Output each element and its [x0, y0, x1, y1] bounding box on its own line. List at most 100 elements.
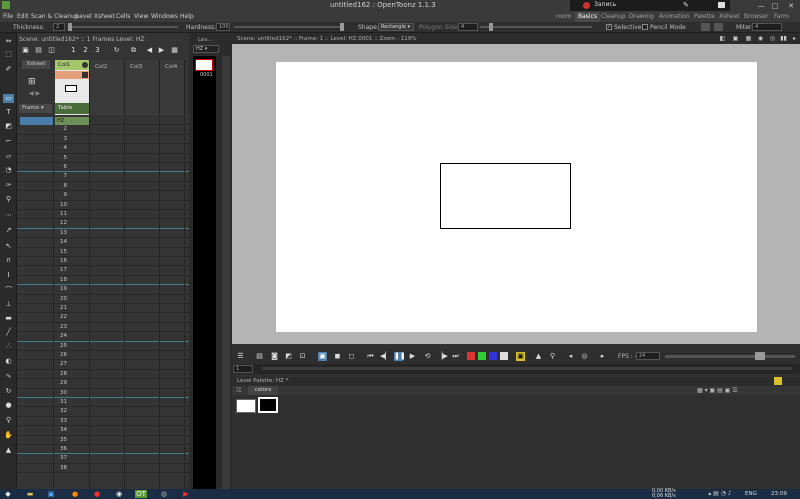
thickness-slider-handle[interactable]: [68, 23, 72, 31]
level-strip-scrollbar[interactable]: [222, 56, 230, 489]
panel-float-icon[interactable]: ▸: [790, 35, 799, 43]
brush-tool-icon[interactable]: ✐: [3, 65, 14, 74]
pinch-tool-icon[interactable]: ↗: [3, 226, 14, 235]
table-row[interactable]: 29: [17, 379, 189, 389]
style-picker-icon[interactable]: ✑: [3, 181, 14, 190]
current-frame-marker[interactable]: [20, 117, 53, 125]
room-tab-palette[interactable]: Palette: [691, 12, 718, 22]
shift-right-icon[interactable]: ▶: [157, 46, 166, 55]
finger-tool-icon[interactable]: ⚲: [3, 416, 14, 425]
animate-tool-icon[interactable]: ⇔: [3, 37, 14, 46]
shape-dropdown[interactable]: Rectangle ▾: [378, 23, 414, 31]
step-1-icon[interactable]: 1: [69, 46, 78, 55]
fill-tool-icon[interactable]: ◩: [3, 122, 14, 131]
table-row[interactable]: 10: [17, 201, 189, 210]
palette-view-icon[interactable]: ▦ ▾ ▣ ▤ ▣ ☰: [697, 387, 738, 394]
next-frame-icon[interactable]: ▕▶: [437, 352, 448, 361]
selective-checkbox[interactable]: ✓: [606, 24, 612, 30]
preview-toggle-icon[interactable]: [82, 62, 88, 68]
palette-lock-icon[interactable]: [774, 377, 782, 385]
zoom-icon[interactable]: ▲: [534, 352, 543, 361]
skeleton-tool-icon[interactable]: ▬: [3, 314, 14, 323]
step-3-icon[interactable]: 3: [93, 46, 102, 55]
table-row[interactable]: 31: [17, 398, 189, 408]
table-row[interactable]: 7: [17, 172, 189, 182]
pencil-icon[interactable]: ✎: [683, 1, 689, 9]
compare-icon[interactable]: ◩: [284, 352, 293, 361]
polygon-sides-field[interactable]: 4: [458, 23, 478, 31]
col3-name[interactable]: Col3: [130, 64, 142, 70]
language-indicator[interactable]: ENG: [745, 491, 757, 497]
table-row[interactable]: 2: [17, 125, 189, 135]
table-row[interactable]: 30: [17, 389, 189, 398]
add-column-icon[interactable]: ⊞: [28, 77, 36, 87]
firefox-icon[interactable]: ●: [70, 490, 80, 498]
history-icon[interactable]: ⊡: [298, 352, 307, 361]
iron-tool-icon[interactable]: ⌒: [3, 286, 14, 295]
nav-arrows-icon[interactable]: ◀ ▶: [29, 90, 40, 97]
palette-page-tab[interactable]: colors: [248, 386, 278, 395]
rgb-picker-icon[interactable]: ⚲: [3, 195, 14, 204]
expand-toolbar-icon[interactable]: ▲: [3, 446, 14, 455]
palette-style-chip-1[interactable]: [258, 397, 278, 413]
table-row[interactable]: 4: [17, 144, 189, 154]
table-row[interactable]: 26: [17, 351, 189, 361]
freeze-icon[interactable]: ◧: [718, 35, 727, 43]
prev-marker-icon[interactable]: ◂: [566, 352, 575, 361]
last-frame-icon[interactable]: ⏭: [451, 352, 460, 361]
table-row[interactable]: 14: [17, 238, 189, 248]
loop-icon[interactable]: ⟲: [423, 352, 432, 361]
hand-tool-icon[interactable]: ●: [3, 401, 14, 410]
tray-icons[interactable]: ▴ ▤ ◔ ♪: [700, 490, 740, 498]
geometric-tool-icon[interactable]: ▭: [3, 94, 14, 103]
alpha-channel-icon[interactable]: [500, 352, 508, 360]
fps-slider[interactable]: [665, 355, 795, 358]
table-row[interactable]: 38: [17, 464, 189, 474]
background-color-icon[interactable]: ▣: [516, 352, 525, 361]
zoom-tool-icon[interactable]: ∿: [3, 372, 14, 381]
table-row[interactable]: 13: [17, 229, 189, 239]
miter-field[interactable]: 4: [752, 23, 782, 31]
table-row[interactable]: 27: [17, 360, 189, 370]
room-tab-animation[interactable]: Animation: [656, 12, 693, 22]
camera-stand-icon[interactable]: ▣: [318, 352, 327, 361]
table-row[interactable]: 8: [17, 182, 189, 192]
room-tab-farm[interactable]: Farm: [771, 12, 792, 22]
recorder-task-icon[interactable]: ▶: [181, 490, 191, 498]
table-row[interactable]: 36: [17, 445, 189, 455]
level-strip-frame-thumbnail[interactable]: [195, 59, 213, 71]
opentoonz-task-icon[interactable]: OT: [135, 490, 147, 498]
shift-left-icon[interactable]: ◀: [145, 46, 154, 55]
menu-windows[interactable]: Windows: [151, 13, 178, 20]
table-row[interactable]: 23: [17, 323, 189, 333]
room-tab-xsheet[interactable]: Xsheet: [716, 12, 743, 22]
obs-icon[interactable]: ◉: [114, 490, 124, 498]
table-row[interactable]: 32: [17, 407, 189, 417]
table-row[interactable]: 34: [17, 426, 189, 436]
store-icon[interactable]: ▣: [46, 490, 56, 498]
table-row[interactable]: 21: [17, 304, 189, 314]
menu-level[interactable]: Level: [76, 13, 92, 20]
camstand-toggle-icon[interactable]: [82, 72, 88, 78]
table-row[interactable]: 37: [17, 454, 189, 464]
menu-view[interactable]: View: [134, 13, 148, 20]
table-row[interactable]: 9: [17, 191, 189, 201]
table-row[interactable]: 19: [17, 285, 189, 295]
table-row[interactable]: 20: [17, 295, 189, 304]
col2-name[interactable]: Col2: [95, 64, 107, 70]
snapshot-icon[interactable]: ◙: [270, 352, 279, 361]
menu-help[interactable]: Help: [180, 13, 194, 20]
selection-tool-icon[interactable]: ⬚: [3, 50, 14, 59]
blue-channel-icon[interactable]: [489, 352, 497, 360]
hardness-slider[interactable]: [234, 26, 344, 28]
save-icon[interactable]: ▤: [34, 46, 43, 55]
polygon-sides-slider-handle[interactable]: [489, 23, 493, 31]
play-icon[interactable]: ▶: [408, 352, 417, 361]
tracker-tool-icon[interactable]: ╱: [3, 328, 14, 337]
pencil-mode-checkbox[interactable]: [642, 24, 648, 30]
start-icon[interactable]: ◆: [3, 490, 13, 498]
panel-menu-icon[interactable]: ▮▮: [779, 35, 788, 43]
table-row[interactable]: 22: [17, 313, 189, 323]
new-level-icon[interactable]: ▣: [21, 46, 30, 55]
fps-slider-handle[interactable]: [755, 352, 765, 360]
